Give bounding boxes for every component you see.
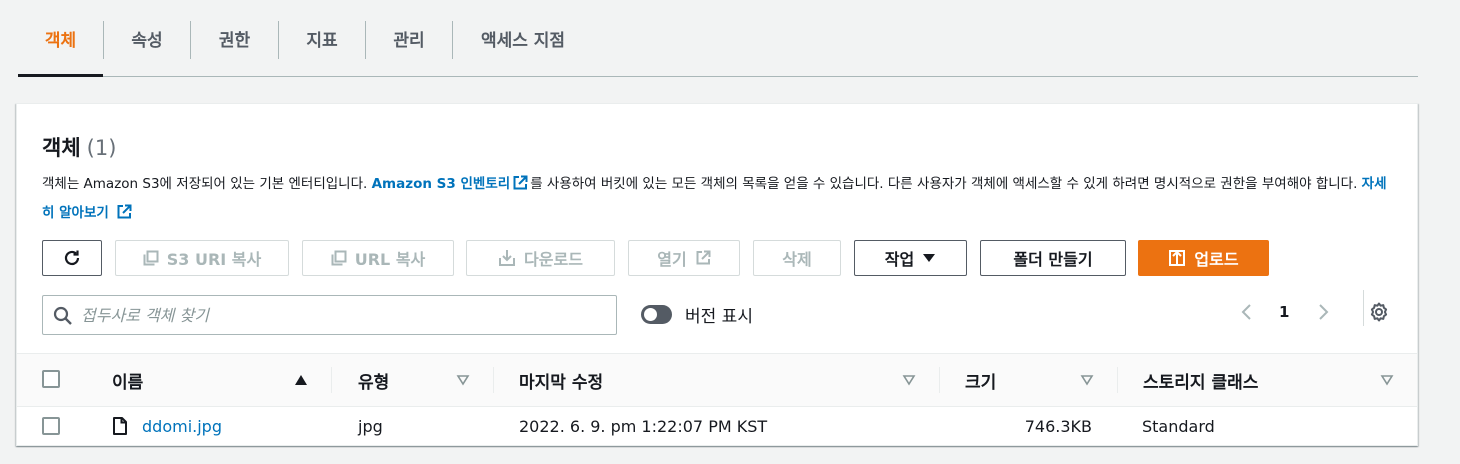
copy-url-label: URL 복사 xyxy=(354,250,426,269)
toggle-switch[interactable] xyxy=(641,304,672,324)
open-button[interactable]: 열기 xyxy=(628,240,740,276)
copy-s3-uri-label: S3 URI 복사 xyxy=(166,250,262,269)
show-versions-label: 버전 표시 xyxy=(685,306,753,327)
chevron-right-icon xyxy=(1319,304,1329,320)
delete-label: 삭제 xyxy=(782,250,812,269)
column-divider xyxy=(1117,367,1118,393)
tab-bar: 객체 속성 권한 지표 관리 액세스 지점 xyxy=(18,0,1418,77)
create-folder-button[interactable]: 폴더 만들기 xyxy=(980,240,1126,276)
refresh-button[interactable] xyxy=(42,240,102,276)
select-all-checkbox[interactable] xyxy=(42,370,60,388)
external-link-icon xyxy=(696,250,711,265)
download-button[interactable]: 다운로드 xyxy=(466,240,615,276)
column-header-type[interactable]: 유형 xyxy=(358,354,389,406)
tab-objects[interactable]: 객체 xyxy=(18,0,103,77)
cell-last-modified: 2022. 6. 9. pm 1:22:07 PM KST xyxy=(519,416,768,436)
description-text-1: 객체는 Amazon S3에 저장되어 있는 기본 엔터티입니다. xyxy=(42,176,372,192)
page-number[interactable]: 1 xyxy=(1279,296,1289,328)
column-header-last-modified[interactable]: 마지막 수정 xyxy=(519,354,603,406)
external-link-icon xyxy=(513,175,528,190)
table-header: 이름 유형 마지막 수정 크기 스토리지 클래스 xyxy=(17,353,1417,407)
show-versions-toggle[interactable]: 버전 표시 xyxy=(641,301,753,327)
s3-inventory-link[interactable]: Amazon S3 인벤토리 xyxy=(371,175,531,192)
column-header-storage-class[interactable]: 스토리지 클래스 xyxy=(1143,354,1258,406)
column-divider xyxy=(331,367,332,393)
sort-caret-icon[interactable] xyxy=(456,374,470,386)
copy-url-button[interactable]: URL 복사 xyxy=(302,240,454,276)
actions-dropdown-button[interactable]: 작업 xyxy=(854,240,967,276)
cell-name: ddomi.jpg xyxy=(112,407,222,445)
search-input[interactable] xyxy=(81,305,601,325)
upload-button[interactable]: 업로드 xyxy=(1138,240,1269,276)
tab-permissions[interactable]: 권한 xyxy=(191,0,278,76)
tab-access-points[interactable]: 액세스 지점 xyxy=(453,0,593,76)
row-checkbox[interactable] xyxy=(42,417,60,435)
search-box xyxy=(42,295,617,335)
object-name-link[interactable]: ddomi.jpg xyxy=(142,417,222,436)
column-header-name[interactable]: 이름 xyxy=(112,354,143,406)
cell-storage-class: Standard xyxy=(1142,416,1215,436)
chevron-left-icon xyxy=(1241,304,1251,320)
objects-panel: 객체 (1) 객체는 Amazon S3에 저장되어 있는 기본 엔터티입니다. … xyxy=(16,103,1418,446)
upload-icon xyxy=(1169,250,1186,266)
table-row: ddomi.jpg jpg 2022. 6. 9. pm 1:22:07 PM … xyxy=(17,407,1417,445)
copy-icon xyxy=(331,250,347,266)
cell-type: jpg xyxy=(358,416,383,436)
open-label: 열기 xyxy=(657,250,687,269)
cell-size: 746.3KB xyxy=(1024,416,1092,436)
sort-caret-icon[interactable] xyxy=(1380,374,1394,386)
sort-ascending-icon[interactable] xyxy=(294,374,308,386)
tab-management[interactable]: 관리 xyxy=(366,0,452,76)
next-page-button[interactable] xyxy=(1313,296,1333,328)
external-link-icon xyxy=(117,204,132,219)
refresh-icon xyxy=(64,250,80,266)
tab-properties[interactable]: 속성 xyxy=(104,0,190,76)
column-divider xyxy=(939,367,940,393)
pagination-divider xyxy=(1363,290,1364,326)
preferences-button[interactable] xyxy=(1368,296,1390,328)
description-text-2: 를 사용하여 버킷에 있는 모든 객체의 목록을 얻을 수 있습니다. 다른 사… xyxy=(530,176,1362,192)
copy-s3-uri-button[interactable]: S3 URI 복사 xyxy=(115,240,289,276)
previous-page-button[interactable] xyxy=(1237,296,1257,328)
file-icon xyxy=(113,417,127,435)
download-icon xyxy=(499,250,516,266)
upload-label: 업로드 xyxy=(1194,250,1239,269)
tab-metrics[interactable]: 지표 xyxy=(279,0,365,76)
sort-caret-icon[interactable] xyxy=(902,374,916,386)
panel-title: 객체 (1) xyxy=(42,132,116,162)
s3-inventory-link-text: Amazon S3 인벤토리 xyxy=(371,176,511,192)
delete-button[interactable]: 삭제 xyxy=(753,240,841,276)
create-folder-label: 폴더 만들기 xyxy=(1013,250,1093,269)
actions-label: 작업 xyxy=(884,250,915,269)
object-count: (1) xyxy=(86,136,117,160)
caret-down-icon xyxy=(923,254,936,262)
column-divider xyxy=(493,367,494,393)
column-header-size[interactable]: 크기 xyxy=(965,354,996,406)
download-label: 다운로드 xyxy=(524,250,583,269)
search-icon xyxy=(53,306,72,325)
sort-caret-icon[interactable] xyxy=(1080,374,1094,386)
panel-title-text: 객체 xyxy=(42,136,81,160)
panel-description: 객체는 Amazon S3에 저장되어 있는 기본 엔터티입니다. Amazon… xyxy=(42,170,1392,228)
gear-icon xyxy=(1370,302,1388,322)
copy-icon xyxy=(143,250,159,266)
